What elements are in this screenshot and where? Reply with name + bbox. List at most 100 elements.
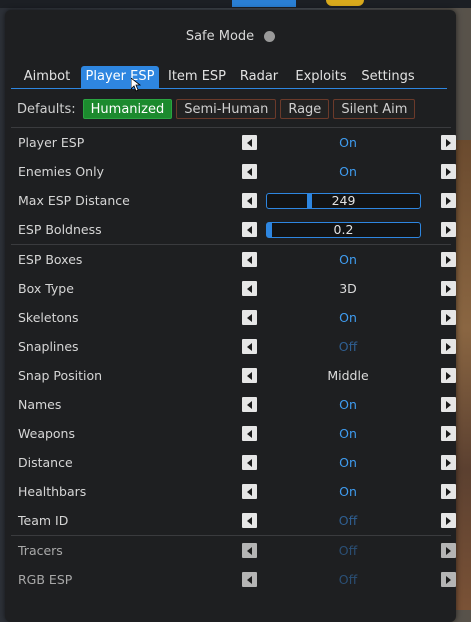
decrement-arrow-icon[interactable]	[242, 252, 257, 267]
tab-player-esp[interactable]: Player ESP	[81, 66, 159, 88]
increment-arrow-icon[interactable]	[441, 484, 456, 499]
decrement-arrow-icon[interactable]	[242, 164, 257, 179]
decrement-arrow-icon[interactable]	[242, 222, 257, 237]
setting-row-distance: Distance On	[11, 448, 456, 477]
preset-rage-button[interactable]: Rage	[280, 99, 330, 119]
slider-value: 0.2	[333, 222, 354, 237]
slider-value: 249	[331, 193, 356, 208]
decrement-arrow-icon[interactable]	[242, 281, 257, 296]
setting-value: Off	[338, 543, 358, 558]
setting-value: On	[339, 164, 357, 179]
safe-mode-label: Safe Mode	[185, 28, 255, 44]
increment-arrow-icon[interactable]	[441, 281, 456, 296]
setting-value: On	[339, 135, 357, 150]
decrement-arrow-icon[interactable]	[242, 513, 257, 528]
setting-label: Team ID	[18, 513, 69, 528]
increment-arrow-icon[interactable]	[441, 310, 456, 325]
decrement-arrow-icon[interactable]	[242, 543, 257, 558]
setting-label: Box Type	[18, 281, 74, 296]
tab-exploits[interactable]: Exploits	[291, 66, 351, 88]
tab-aimbot[interactable]: Aimbot	[21, 66, 73, 88]
esp-boldness-slider[interactable]: 0.2	[266, 222, 421, 238]
setting-label: Distance	[18, 455, 73, 470]
safe-mode-toggle-row[interactable]: Safe Mode	[5, 26, 456, 46]
tab-bar: Aimbot Player ESP Item ESP Radar Exploit…	[5, 66, 456, 90]
mouse-cursor-icon	[131, 78, 141, 92]
safe-mode-toggle[interactable]	[264, 30, 276, 42]
decrement-arrow-icon[interactable]	[242, 397, 257, 412]
increment-arrow-icon[interactable]	[441, 368, 456, 383]
increment-arrow-icon[interactable]	[441, 572, 456, 587]
setting-label: Snaplines	[18, 339, 79, 354]
setting-value: On	[339, 484, 357, 499]
tab-item-esp[interactable]: Item ESP	[167, 66, 227, 88]
decrement-arrow-icon[interactable]	[242, 426, 257, 441]
setting-value: On	[339, 426, 357, 441]
setting-label: Skeletons	[18, 310, 79, 325]
setting-label: Names	[18, 397, 62, 412]
menu-window: Safe Mode Aimbot Player ESP Item ESP Rad…	[5, 10, 456, 622]
preset-semi-human-button[interactable]: Semi-Human	[176, 99, 277, 119]
setting-value: 3D	[339, 281, 357, 296]
setting-row-box-type: Box Type 3D	[11, 274, 456, 303]
max-esp-distance-slider[interactable]: 249	[266, 193, 421, 209]
decrement-arrow-icon[interactable]	[242, 339, 257, 354]
setting-label: Player ESP	[18, 135, 85, 150]
top-hud-tab	[232, 0, 296, 7]
increment-arrow-icon[interactable]	[441, 426, 456, 441]
setting-row-esp-boldness: ESP Boldness 0.2	[11, 215, 456, 244]
setting-row-max-esp-distance: Max ESP Distance 249	[11, 186, 456, 215]
increment-arrow-icon[interactable]	[441, 193, 456, 208]
increment-arrow-icon[interactable]	[441, 164, 456, 179]
tab-radar[interactable]: Radar	[237, 66, 281, 88]
decrement-arrow-icon[interactable]	[242, 368, 257, 383]
decrement-arrow-icon[interactable]	[242, 455, 257, 470]
setting-value: On	[339, 252, 357, 267]
decrement-arrow-icon[interactable]	[242, 310, 257, 325]
setting-label: Weapons	[18, 426, 75, 441]
setting-value: On	[339, 310, 357, 325]
setting-value: Off	[338, 513, 358, 528]
increment-arrow-icon[interactable]	[441, 135, 456, 150]
setting-row-skeletons: Skeletons On	[11, 303, 456, 332]
background-artwork	[456, 140, 471, 610]
setting-row-rgb-esp: RGB ESP Off	[11, 565, 456, 594]
setting-value: On	[339, 397, 357, 412]
setting-row-snap-position: Snap Position Middle	[11, 361, 456, 390]
decrement-arrow-icon[interactable]	[242, 572, 257, 587]
setting-row-healthbars: Healthbars On	[11, 477, 456, 506]
tab-settings[interactable]: Settings	[359, 66, 417, 88]
preset-humanized-button[interactable]: Humanized	[82, 99, 173, 119]
setting-label: Tracers	[18, 543, 63, 558]
decrement-arrow-icon[interactable]	[242, 135, 257, 150]
increment-arrow-icon[interactable]	[441, 252, 456, 267]
top-hud-emblem	[326, 0, 364, 6]
preset-silent-aim-button[interactable]: Silent Aim	[333, 99, 416, 119]
setting-label: ESP Boxes	[18, 252, 83, 267]
tab-underline	[11, 88, 447, 89]
setting-value: Middle	[327, 368, 369, 383]
increment-arrow-icon[interactable]	[441, 513, 456, 528]
setting-label: Snap Position	[18, 368, 103, 383]
decrement-arrow-icon[interactable]	[242, 484, 257, 499]
increment-arrow-icon[interactable]	[441, 339, 456, 354]
increment-arrow-icon[interactable]	[441, 455, 456, 470]
settings-list: Player ESP On Enemies Only On Max ESP Di…	[11, 127, 456, 594]
setting-label: Enemies Only	[18, 164, 104, 179]
setting-row-weapons: Weapons On	[11, 419, 456, 448]
setting-label: RGB ESP	[18, 572, 73, 587]
defaults-bar: Defaults: Humanized Semi-Human Rage Sile…	[17, 98, 419, 120]
increment-arrow-icon[interactable]	[441, 222, 456, 237]
setting-row-names: Names On	[11, 390, 456, 419]
decrement-arrow-icon[interactable]	[242, 193, 257, 208]
setting-label: Healthbars	[18, 484, 87, 499]
setting-row-team-id: Team ID Off	[11, 506, 456, 535]
setting-value: On	[339, 455, 357, 470]
increment-arrow-icon[interactable]	[441, 397, 456, 412]
setting-label: Max ESP Distance	[18, 193, 130, 208]
setting-row-player-esp: Player ESP On	[11, 128, 456, 157]
setting-row-snaplines: Snaplines Off	[11, 332, 456, 361]
increment-arrow-icon[interactable]	[441, 543, 456, 558]
defaults-label: Defaults:	[17, 101, 76, 117]
setting-row-tracers: Tracers Off	[11, 536, 456, 565]
